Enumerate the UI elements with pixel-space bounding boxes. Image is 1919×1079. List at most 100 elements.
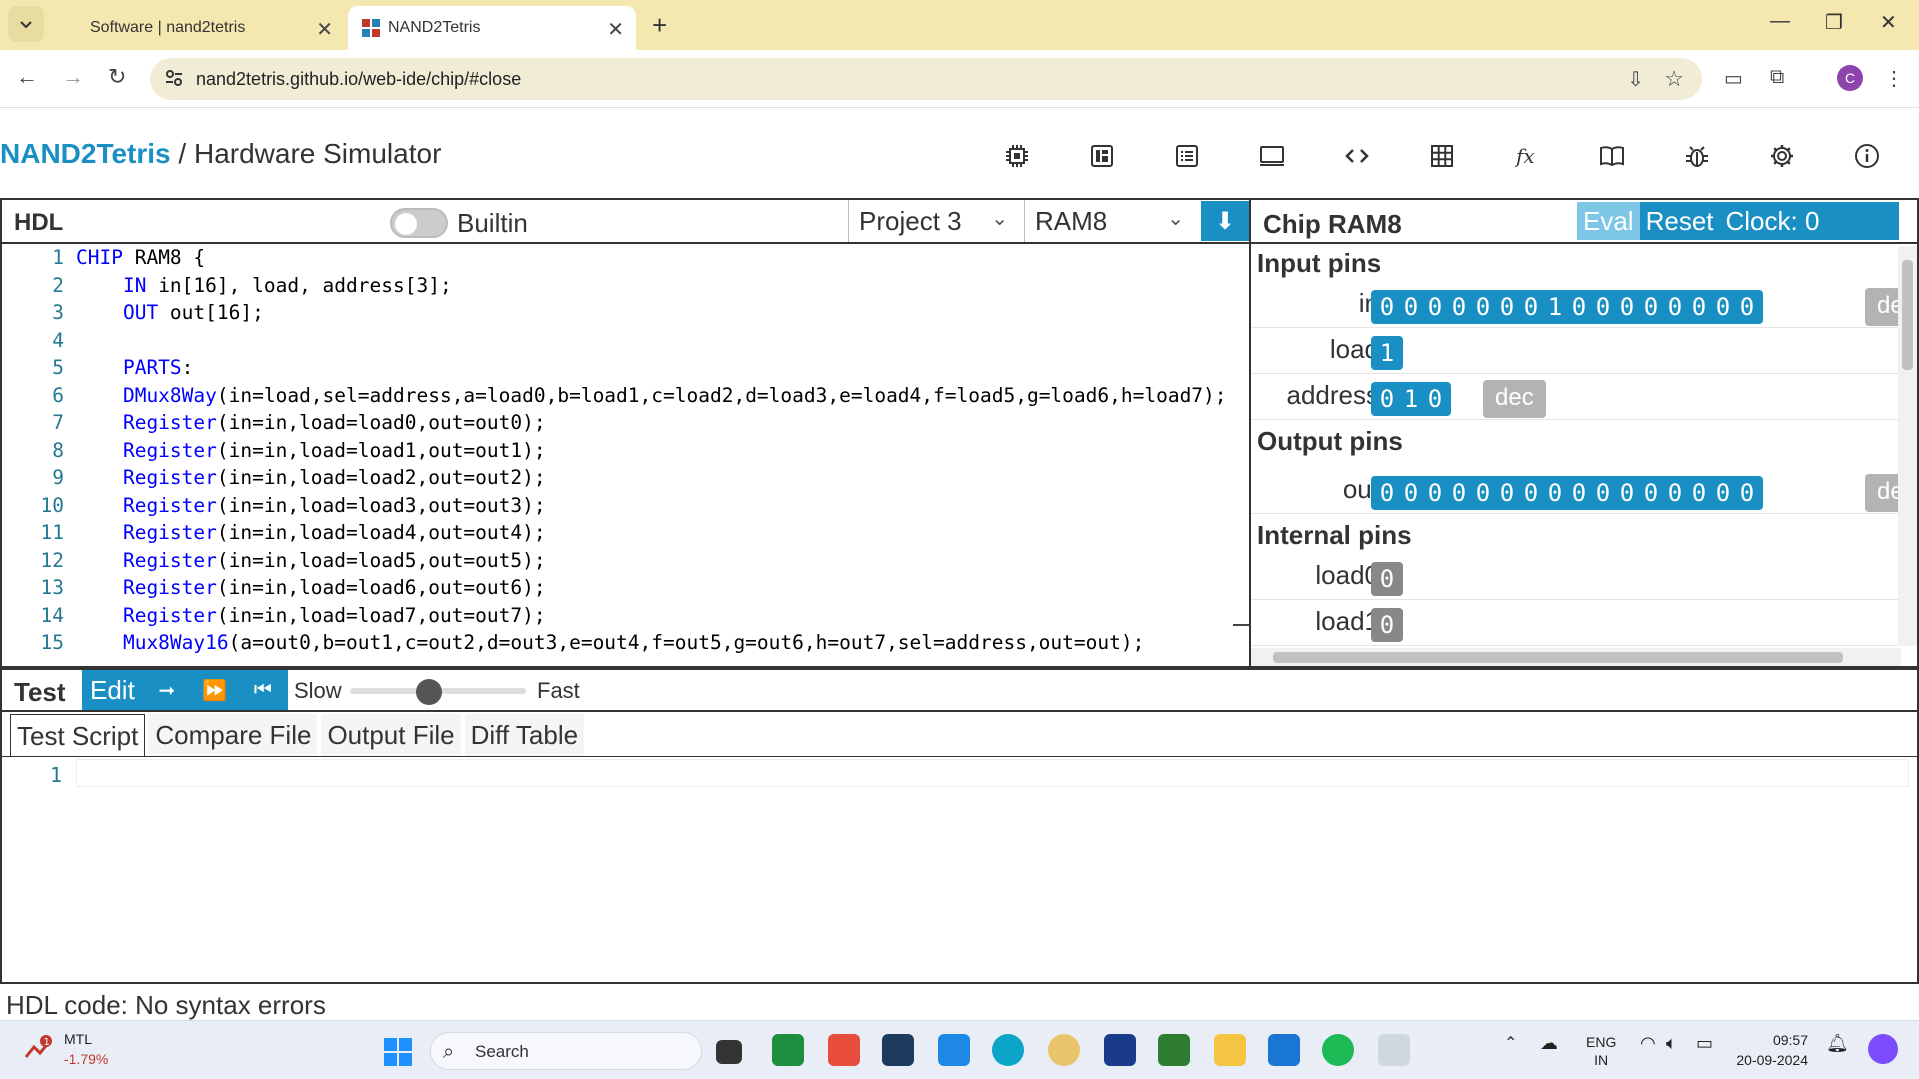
function-icon[interactable]: fx bbox=[1511, 140, 1543, 172]
builtin-toggle[interactable] bbox=[390, 208, 448, 238]
taskbar-search[interactable]: ⌕ Search bbox=[430, 1032, 702, 1070]
chrome-icon[interactable] bbox=[1048, 1034, 1080, 1066]
scrollbar-thumb[interactable] bbox=[1902, 260, 1913, 370]
bit-cell[interactable]: 0 bbox=[1423, 293, 1447, 321]
dec-button[interactable]: dec bbox=[1865, 288, 1899, 326]
bit-cell[interactable]: 0 bbox=[1447, 293, 1471, 321]
bit-cell[interactable]: 0 bbox=[1375, 565, 1399, 593]
bookmark-star-icon[interactable]: ☆ bbox=[1664, 66, 1684, 92]
clock-button[interactable]: Clock: 0 bbox=[1720, 206, 1826, 237]
l-app-icon[interactable] bbox=[1104, 1034, 1136, 1066]
new-tab-icon[interactable]: + bbox=[652, 10, 667, 41]
omnibox[interactable]: nand2tetris.github.io/web-ide/chip/#clos… bbox=[150, 58, 1702, 100]
bit-cell[interactable]: 0 bbox=[1543, 479, 1567, 507]
restore-icon[interactable]: ❐ bbox=[1825, 10, 1843, 35]
pins-vertical-scrollbar[interactable] bbox=[1898, 246, 1917, 646]
rewind-icon[interactable]: ⏮ bbox=[239, 679, 287, 702]
language-indicator[interactable]: ENG IN bbox=[1586, 1033, 1616, 1069]
profile-avatar[interactable]: C bbox=[1837, 65, 1863, 91]
reset-button[interactable]: Reset bbox=[1640, 206, 1720, 237]
system-clock[interactable]: 09:57 20-09-2024 bbox=[1736, 1030, 1808, 1070]
bit-cell[interactable]: 0 bbox=[1375, 385, 1399, 413]
memory-icon[interactable] bbox=[1086, 140, 1118, 172]
book-icon[interactable] bbox=[1596, 140, 1628, 172]
hdl-code-editor[interactable]: 1 CHIP RAM8 {2 IN in[16], load, address[3… bbox=[2, 246, 1232, 666]
project-select[interactable]: Project 3 ⌄ bbox=[848, 200, 1024, 242]
editor-scrollbar[interactable] bbox=[1233, 246, 1249, 666]
slider-handle[interactable] bbox=[416, 679, 443, 705]
bit-cell[interactable]: 0 bbox=[1639, 479, 1663, 507]
tab-test-script[interactable]: Test Script bbox=[10, 714, 146, 756]
pins-horizontal-scrollbar[interactable] bbox=[1251, 648, 1901, 666]
cast-icon[interactable]: ▭ bbox=[1724, 66, 1743, 91]
edit-button[interactable]: Edit bbox=[82, 675, 143, 706]
green-app-icon[interactable] bbox=[1158, 1034, 1190, 1066]
bit-cell[interactable]: 0 bbox=[1423, 385, 1447, 413]
close-tab-icon[interactable]: ✕ bbox=[316, 17, 333, 42]
bit-cell[interactable]: 0 bbox=[1495, 479, 1519, 507]
chip-select[interactable]: RAM8 ⌄ bbox=[1024, 200, 1200, 242]
grid-icon[interactable] bbox=[1426, 140, 1458, 172]
spotify-icon[interactable] bbox=[1322, 1034, 1354, 1066]
file-explorer-icon[interactable] bbox=[1214, 1034, 1246, 1066]
bit-cell[interactable]: 0 bbox=[1639, 293, 1663, 321]
bit-cell[interactable]: 0 bbox=[1711, 293, 1735, 321]
back-icon[interactable]: ← bbox=[16, 64, 38, 90]
tab-compare-file[interactable]: Compare File bbox=[149, 714, 318, 756]
git-app-icon[interactable] bbox=[828, 1034, 860, 1066]
bit-cell[interactable]: 0 bbox=[1447, 479, 1471, 507]
bit-cell[interactable]: 0 bbox=[1735, 479, 1759, 507]
network-cloud-icon[interactable]: ☁ bbox=[1540, 1033, 1558, 1054]
bit-cell[interactable]: 0 bbox=[1399, 293, 1423, 321]
bit-cell[interactable]: 0 bbox=[1567, 293, 1591, 321]
bit-cell[interactable]: 0 bbox=[1615, 479, 1639, 507]
tab-search-button[interactable] bbox=[8, 6, 44, 42]
bit-cell[interactable]: 0 bbox=[1591, 479, 1615, 507]
dev-app-icon[interactable] bbox=[882, 1034, 914, 1066]
snipping-tool-icon[interactable] bbox=[1378, 1034, 1410, 1066]
bit-cell[interactable]: 1 bbox=[1399, 385, 1423, 413]
reload-icon[interactable]: ↻ bbox=[108, 64, 126, 90]
forward-icon[interactable]: → bbox=[62, 64, 84, 90]
scrollbar-thumb[interactable] bbox=[1273, 652, 1843, 663]
bit-cell[interactable]: 1 bbox=[1375, 339, 1399, 367]
code-icon[interactable] bbox=[1341, 140, 1373, 172]
bit-cell[interactable]: 0 bbox=[1423, 479, 1447, 507]
wifi-icon[interactable]: ◠ bbox=[1640, 1033, 1656, 1054]
pin-bits-address[interactable]: 010 bbox=[1371, 382, 1451, 416]
more-menu-icon[interactable]: ⋮ bbox=[1884, 66, 1904, 91]
download-button[interactable]: ⬇ bbox=[1201, 201, 1249, 241]
screen-icon[interactable] bbox=[1256, 140, 1288, 172]
eval-button[interactable]: Eval bbox=[1577, 202, 1640, 240]
site-settings-icon[interactable] bbox=[164, 68, 184, 88]
info-icon[interactable] bbox=[1851, 140, 1883, 172]
battery-icon[interactable]: ▭ bbox=[1696, 1033, 1713, 1054]
bit-cell[interactable]: 1 bbox=[1543, 293, 1567, 321]
chevron-up-icon[interactable]: ⌃ bbox=[1504, 1033, 1517, 1053]
pin-bits-in[interactable]: 0000000100000000 bbox=[1371, 290, 1763, 324]
bit-cell[interactable]: 0 bbox=[1615, 293, 1639, 321]
bit-cell[interactable]: 0 bbox=[1519, 479, 1543, 507]
edge-icon[interactable] bbox=[992, 1034, 1024, 1066]
step-icon[interactable]: ➞ bbox=[143, 678, 191, 703]
bit-cell[interactable]: 0 bbox=[1471, 479, 1495, 507]
chip-icon[interactable] bbox=[1001, 140, 1033, 172]
bit-cell[interactable]: 0 bbox=[1687, 479, 1711, 507]
bit-cell[interactable]: 0 bbox=[1663, 293, 1687, 321]
notification-bell-icon[interactable]: 🔔︎ bbox=[1826, 1033, 1849, 1054]
bit-cell[interactable]: 0 bbox=[1375, 611, 1399, 639]
run-icon[interactable]: ⏩ bbox=[191, 678, 239, 703]
task-view-icon[interactable] bbox=[716, 1040, 742, 1064]
bit-cell[interactable]: 0 bbox=[1471, 293, 1495, 321]
bit-cell[interactable]: 0 bbox=[1567, 479, 1591, 507]
settings-icon[interactable] bbox=[1766, 140, 1798, 172]
bit-cell[interactable]: 0 bbox=[1375, 479, 1399, 507]
bit-cell[interactable]: 0 bbox=[1519, 293, 1543, 321]
close-tab-icon[interactable]: ✕ bbox=[607, 17, 624, 42]
bit-cell[interactable]: 0 bbox=[1711, 479, 1735, 507]
volume-icon[interactable]: 🔈︎ bbox=[1666, 1033, 1677, 1054]
bit-cell[interactable]: 0 bbox=[1687, 293, 1711, 321]
bit-cell[interactable]: 0 bbox=[1375, 293, 1399, 321]
bit-cell[interactable]: 0 bbox=[1495, 293, 1519, 321]
copilot-icon[interactable] bbox=[1868, 1034, 1898, 1064]
